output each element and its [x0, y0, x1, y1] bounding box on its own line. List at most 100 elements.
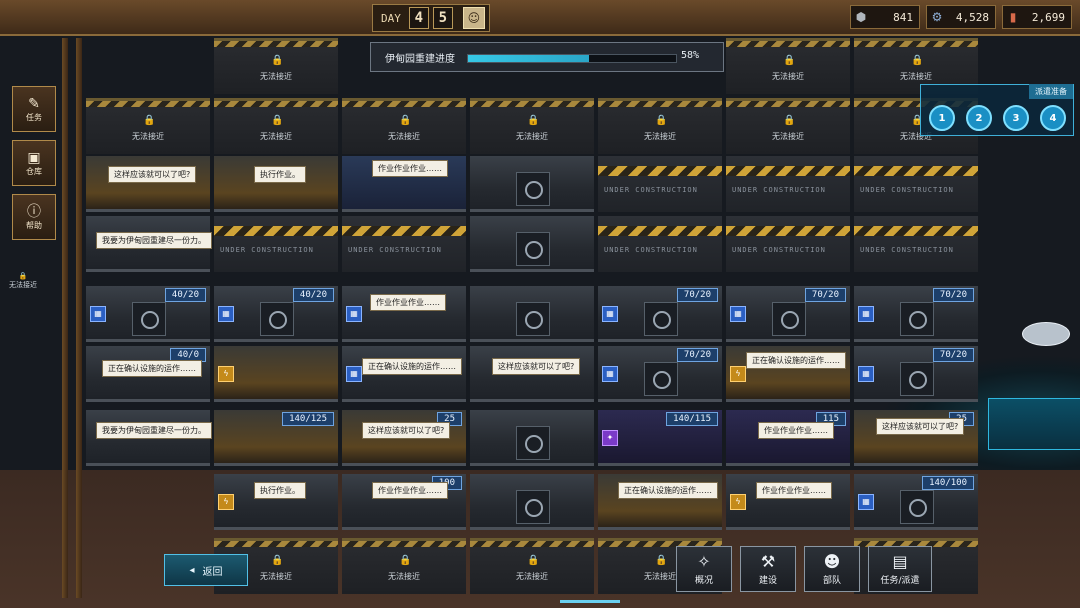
locked-label: 无法接近: [772, 132, 804, 141]
dispatch-slot-1[interactable]: 1: [929, 105, 955, 131]
speech-bubble: 作业作业作业……: [372, 482, 448, 499]
left-locked-area[interactable]: 🔒 无法接近: [6, 272, 40, 290]
under-construction-room[interactable]: [342, 216, 466, 272]
locked-label: 无法接近: [900, 72, 932, 81]
locked-room[interactable]: 🔒 无法接近: [214, 38, 338, 94]
locked-label: 无法接近: [644, 132, 676, 141]
capacity-badge: 40/20: [292, 288, 334, 302]
facility-room[interactable]: [470, 286, 594, 342]
locked-room[interactable]: 🔒 无法接近: [342, 98, 466, 154]
room-door: [772, 302, 806, 336]
speech-bubble: 我要为伊甸园重建尽一份力。: [96, 232, 212, 249]
facility-room[interactable]: [470, 474, 594, 530]
help-button[interactable]: ⓘ 帮助: [12, 194, 56, 240]
facility-room[interactable]: 正在确认设施的运作…… ϟ: [726, 346, 850, 402]
lock-icon: 🔒: [783, 115, 796, 126]
locked-room[interactable]: 🔒 无法接近: [214, 98, 338, 154]
lock-icon: 🔒: [399, 115, 412, 126]
character-portrait-icon[interactable]: ☺: [462, 7, 485, 29]
back-button[interactable]: ◂ 返回: [164, 554, 248, 586]
facility-room[interactable]: 正在确认设施的运作……: [598, 474, 722, 530]
storage-button[interactable]: ▣ 仓库: [12, 140, 56, 186]
under-construction-room[interactable]: [598, 156, 722, 212]
locked-label: 无法接近: [516, 572, 548, 581]
facility-room[interactable]: [470, 410, 594, 466]
facility-room[interactable]: 25这样应该就可以了吧?: [854, 410, 978, 466]
facility-room[interactable]: 我要为伊甸园重建尽一份力。: [86, 410, 212, 466]
speech-bubble: 执行作业。: [254, 166, 306, 183]
battery-icon: ▮: [1009, 10, 1017, 24]
locked-room[interactable]: 🔒 无法接近: [726, 38, 850, 94]
lock-icon: 🔒: [527, 555, 540, 566]
facility-room[interactable]: 140/115 ✦: [598, 410, 722, 466]
overview-button[interactable]: ✧ 概况: [676, 546, 732, 592]
locked-room[interactable]: 🔒 无法接近: [86, 98, 210, 154]
under-construction-room[interactable]: [854, 156, 978, 212]
build-button[interactable]: ⚒ 建设: [740, 546, 796, 592]
storage-box-icon: ▣: [27, 149, 41, 166]
facility-room[interactable]: 我要为伊甸园重建尽一份力。: [86, 216, 212, 272]
locked-room[interactable]: 🔒 无法接近: [726, 98, 850, 154]
facility-room[interactable]: 作业作业作业……: [342, 156, 466, 212]
facility-room[interactable]: 25这样应该就可以了吧?: [342, 410, 466, 466]
resource-bar: ⬢ 841 ⚙ 4,528 ▮ 2,699: [850, 5, 1072, 29]
power-icon: ϟ: [730, 494, 746, 510]
locked-room[interactable]: 🔒 无法接近: [342, 538, 466, 594]
facility-room[interactable]: 140/100 ▦: [854, 474, 978, 530]
bottom-nav: ✧ 概况 ⚒ 建设 ☻ 部队 ▤ 任务/派遣: [676, 546, 932, 592]
room-door: [260, 302, 294, 336]
facility-room[interactable]: 作业作业作业…… ▦: [342, 286, 466, 342]
under-construction-room[interactable]: [214, 216, 338, 272]
facility-room[interactable]: 这样应该就可以了吧?: [86, 156, 210, 212]
document-icon: ▤: [892, 551, 908, 571]
facility-room[interactable]: 70/20 ▦: [598, 346, 722, 402]
facility-room[interactable]: 40/0 正在确认设施的运作……: [86, 346, 210, 402]
facility-room[interactable]: 这样应该就可以了吧?: [470, 346, 594, 402]
base-scene: DAY 4 5 ☺ ⬢ 841 ⚙ 4,528 ▮ 2,699 🔒 无法接近 🔒 无…: [0, 0, 1080, 608]
mission-dispatch-button[interactable]: ▤ 任务/派遣: [868, 546, 932, 592]
capacity-badge: 140/115: [666, 412, 718, 426]
dispatch-slot-3[interactable]: 3: [1003, 105, 1029, 131]
locked-room[interactable]: 🔒 无法接近: [598, 98, 722, 154]
lab-icon: ✦: [602, 430, 618, 446]
dispatch-slot-4[interactable]: 4: [1040, 105, 1066, 131]
dispatch-slot-2[interactable]: 2: [966, 105, 992, 131]
locked-room[interactable]: 🔒 无法接近: [470, 538, 594, 594]
facility-room[interactable]: [470, 216, 594, 272]
under-construction-room[interactable]: [598, 216, 722, 272]
locked-label: 无法接近: [388, 572, 420, 581]
facility-room[interactable]: 100作业作业作业……: [342, 474, 466, 530]
facility-room[interactable]: 70/20 ▦: [854, 346, 978, 402]
facility-room[interactable]: 执行作业。 ϟ: [214, 474, 338, 530]
under-construction-room[interactable]: [726, 156, 850, 212]
speech-bubble: 我要为伊甸园重建尽一份力。: [96, 422, 212, 439]
back-arrow-icon: ◂: [189, 564, 195, 576]
left-support-pillar: [62, 38, 68, 598]
lock-icon: 🔒: [399, 555, 412, 566]
speech-bubble: 正在确认设施的运作……: [618, 482, 718, 499]
facility-room[interactable]: 70/20 ▦: [598, 286, 722, 342]
dispatch-title: 派遣准备: [1029, 84, 1073, 99]
facility-room[interactable]: 70/20 ▦: [726, 286, 850, 342]
facility-room[interactable]: 140/125: [214, 410, 338, 466]
facility-room[interactable]: 40/20 ▦: [86, 286, 210, 342]
facility-room[interactable]: 作业作业作业…… ϟ: [726, 474, 850, 530]
under-construction-room[interactable]: [726, 216, 850, 272]
speech-bubble: 这样应该就可以了吧?: [362, 422, 451, 439]
facility-room[interactable]: 40/20 ▦: [214, 286, 338, 342]
facility-room[interactable]: 执行作业。: [214, 156, 338, 212]
under-construction-room[interactable]: [854, 216, 978, 272]
room-door: [900, 302, 934, 336]
rebuild-progress-label: 伊甸园重建进度: [385, 54, 455, 65]
facility-room[interactable]: [470, 156, 594, 212]
room-type-icon: ▦: [858, 366, 874, 382]
facility-room[interactable]: 70/20 ▦: [854, 286, 978, 342]
room-type-icon: ▦: [602, 306, 618, 322]
squad-button[interactable]: ☻ 部队: [804, 546, 860, 592]
mission-button[interactable]: ✎ 任务: [12, 86, 56, 132]
locked-room[interactable]: 🔒 无法接近: [470, 98, 594, 154]
capacity-badge: 70/20: [932, 288, 974, 302]
facility-room[interactable]: ϟ: [214, 346, 338, 402]
facility-room[interactable]: 115 作业作业作业……: [726, 410, 850, 466]
facility-room[interactable]: 正在确认设施的运作…… ▦: [342, 346, 466, 402]
